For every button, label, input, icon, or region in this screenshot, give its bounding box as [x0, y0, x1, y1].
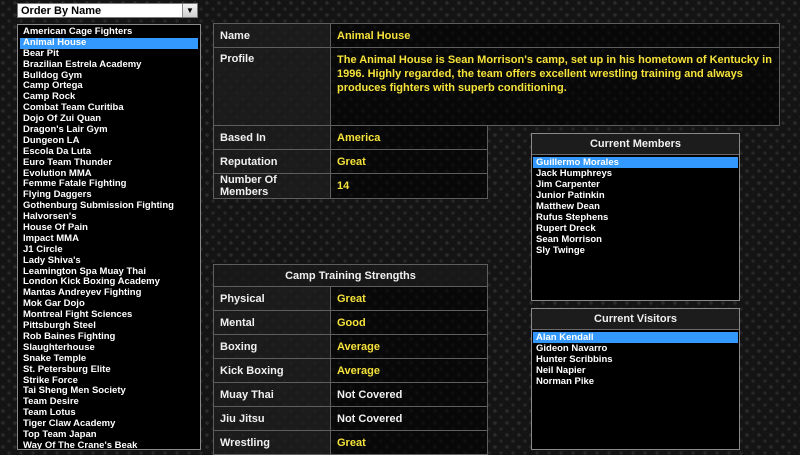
profile-value: The Animal House is Sean Morrison's camp…	[330, 47, 780, 126]
member-list-item[interactable]: Rupert Dreck	[533, 223, 738, 234]
visitor-list-item[interactable]: Neil Napier	[533, 365, 738, 376]
visitor-list-item[interactable]: Norman Pike	[533, 376, 738, 387]
strength-value: Average	[330, 358, 488, 383]
camp-list-item[interactable]: Snake Temple	[20, 353, 198, 365]
current-members-panel: Current Members Guillermo Morales Jack Hu…	[531, 133, 740, 301]
strength-row: Kick Boxing Average	[213, 358, 488, 383]
camp-list[interactable]: American Cage Fighters Animal House Bear P…	[17, 24, 201, 450]
training-strengths-table: Camp Training Strengths Physical Great Men…	[213, 264, 488, 455]
member-list-item[interactable]: Matthew Dean	[533, 201, 738, 212]
strength-label: Boxing	[213, 334, 331, 359]
training-strengths-title: Camp Training Strengths	[213, 264, 488, 287]
current-visitors-panel: Current Visitors Alan Kendall Gideon Nava…	[531, 308, 740, 450]
member-list-item[interactable]: Sean Morrison	[533, 234, 738, 245]
strength-value: Good	[330, 310, 488, 335]
camp-list-item[interactable]: Brazilian Estrela Academy	[20, 59, 198, 71]
strength-value: Great	[330, 286, 488, 311]
strength-label: Muay Thai	[213, 382, 331, 407]
strength-row: Mental Good	[213, 310, 488, 335]
order-by-value: Order By Name	[21, 5, 102, 17]
current-visitors-list[interactable]: Alan Kendall Gideon Navarro Hunter Scribbi…	[532, 330, 739, 387]
strength-label: Jiu Jitsu	[213, 406, 331, 431]
camp-name-value: Animal House	[330, 23, 780, 48]
camp-list-item[interactable]: Way Of The Crane's Beak	[20, 440, 198, 449]
strength-value: Not Covered	[330, 382, 488, 407]
strength-label: Physical	[213, 286, 331, 311]
member-list-item[interactable]: Jim Carpenter	[533, 179, 738, 190]
strength-row: Physical Great	[213, 286, 488, 311]
strength-label: Mental	[213, 310, 331, 335]
order-by-dropdown[interactable]: Order By Name ▼	[17, 3, 198, 18]
strength-row: Wrestling Great	[213, 430, 488, 455]
based-in-label: Based In	[213, 125, 331, 150]
current-members-list[interactable]: Guillermo Morales Jack Humphreys Jim Carpe…	[532, 155, 739, 256]
members-count-value: 14	[330, 173, 488, 199]
member-list-item[interactable]: Jack Humphreys	[533, 168, 738, 179]
strength-value: Great	[330, 430, 488, 455]
profile-label: Profile	[213, 47, 331, 126]
visitor-list-item[interactable]: Alan Kendall	[533, 332, 738, 343]
strength-label: Kick Boxing	[213, 358, 331, 383]
camp-details-table: Based In America Reputation Great Number…	[213, 125, 488, 199]
current-visitors-title: Current Visitors	[532, 309, 739, 330]
based-in-value: America	[330, 125, 488, 150]
visitor-list-item[interactable]: Hunter Scribbins	[533, 354, 738, 365]
name-label: Name	[213, 23, 331, 48]
member-list-item[interactable]: Junior Patinkin	[533, 190, 738, 201]
camp-list-item[interactable]: Lady Shiva's	[20, 255, 198, 267]
strength-row: Boxing Average	[213, 334, 488, 359]
member-list-item[interactable]: Sly Twinge	[533, 245, 738, 256]
members-count-label: Number Of Members	[213, 173, 331, 199]
camp-list-item[interactable]: St. Petersburg Elite	[20, 364, 198, 376]
strength-label: Wrestling	[213, 430, 331, 455]
member-list-item[interactable]: Rufus Stephens	[533, 212, 738, 223]
strength-row: Muay Thai Not Covered	[213, 382, 488, 407]
reputation-label: Reputation	[213, 149, 331, 174]
member-list-item[interactable]: Guillermo Morales	[533, 157, 738, 168]
reputation-value: Great	[330, 149, 488, 174]
camp-list-item[interactable]: Euro Team Thunder	[20, 157, 198, 169]
strength-value: Not Covered	[330, 406, 488, 431]
chevron-down-icon[interactable]: ▼	[182, 4, 197, 17]
current-members-title: Current Members	[532, 134, 739, 155]
strength-row: Jiu Jitsu Not Covered	[213, 406, 488, 431]
strength-value: Average	[330, 334, 488, 359]
camp-info-table: Name Animal House Profile The Animal Hou…	[213, 23, 780, 126]
visitor-list-item[interactable]: Gideon Navarro	[533, 343, 738, 354]
